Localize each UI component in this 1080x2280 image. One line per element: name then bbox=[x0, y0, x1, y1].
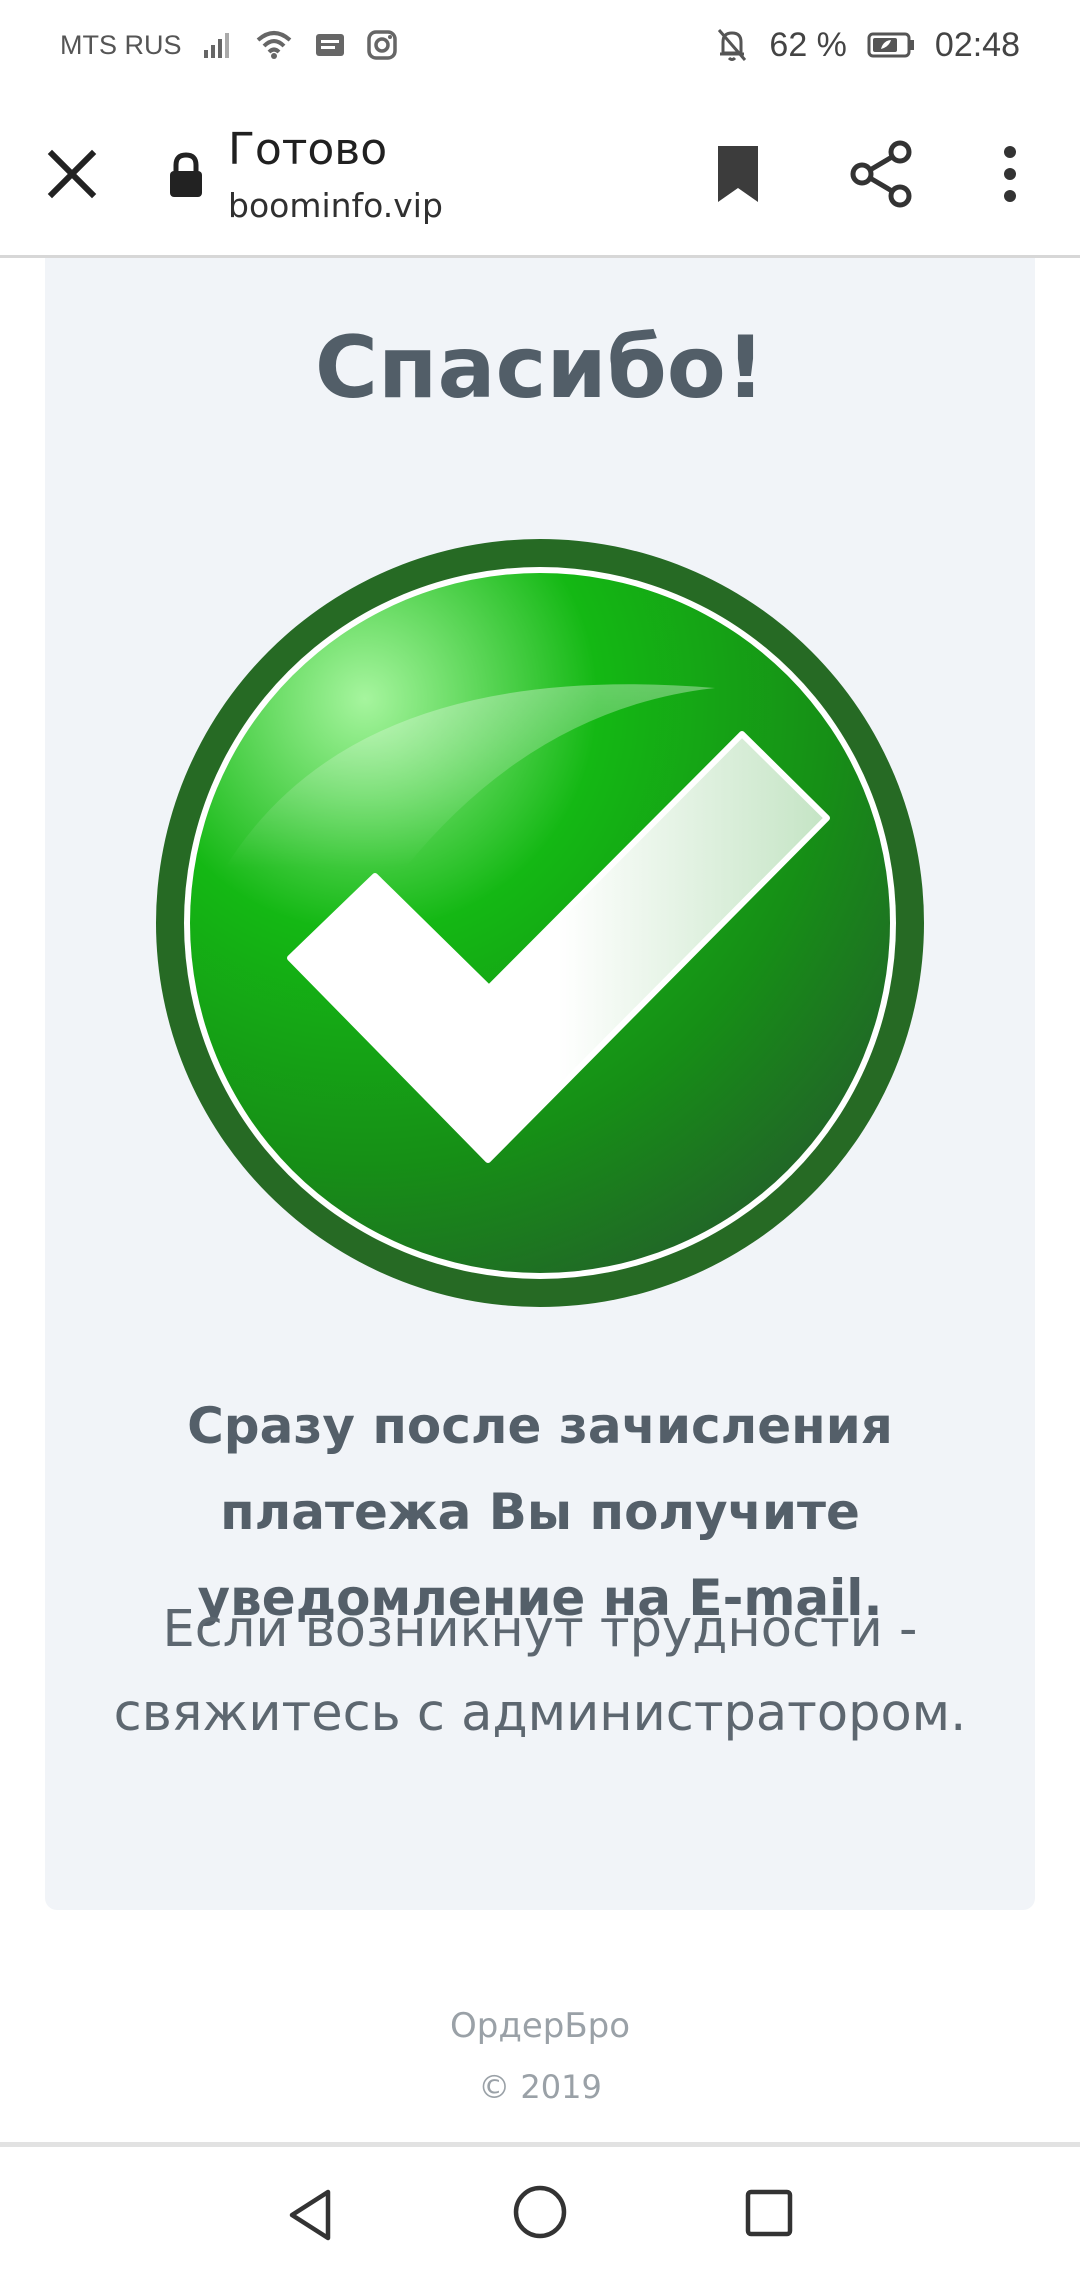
more-vert-icon[interactable] bbox=[990, 142, 1030, 206]
thank-you-card: Спасибо! Сразу после зачисления платежа … bbox=[45, 258, 1035, 1910]
check-circle-icon bbox=[156, 539, 924, 1307]
home-icon[interactable] bbox=[512, 2184, 568, 2240]
bookmark-icon[interactable] bbox=[712, 142, 764, 206]
custom-tab-toolbar: Готово boominfo.vip bbox=[0, 90, 1080, 258]
system-nav-bar bbox=[0, 2150, 1080, 2280]
instagram-icon bbox=[366, 30, 397, 60]
footer-copyright: © 2019 bbox=[478, 2068, 602, 2106]
wifi-icon bbox=[256, 31, 291, 59]
recent-apps-icon[interactable] bbox=[744, 2188, 794, 2238]
payment-notice-line: платежа Вы получите bbox=[220, 1483, 860, 1541]
payment-notice-line: Сразу после зачисления bbox=[187, 1397, 893, 1455]
page-url[interactable]: boominfo.vip bbox=[228, 186, 443, 225]
message-icon bbox=[315, 34, 344, 56]
support-notice-line: свяжитесь с администратором. bbox=[113, 1684, 967, 1743]
close-icon[interactable] bbox=[40, 142, 104, 206]
page-title: Готово bbox=[228, 124, 388, 175]
back-icon[interactable] bbox=[284, 2186, 336, 2244]
page-bottom-divider bbox=[0, 2142, 1080, 2147]
status-left: MTS RUS bbox=[60, 29, 398, 61]
signal-icon bbox=[203, 33, 229, 58]
carrier-label: MTS RUS bbox=[60, 29, 182, 60]
status-right: 62 % 02:48 bbox=[715, 26, 1020, 65]
footer-brand: ОрдерБро bbox=[449, 2006, 631, 2046]
support-notice: Если возникнут трудности - свяжитесь с а… bbox=[85, 1588, 995, 1756]
support-notice-line: Если возникнут трудности - bbox=[162, 1600, 918, 1659]
thanks-heading: Спасибо! bbox=[314, 318, 766, 418]
lock-icon bbox=[170, 152, 202, 197]
battery-icon bbox=[867, 32, 914, 58]
clock: 02:48 bbox=[934, 25, 1020, 64]
battery-percent: 62 % bbox=[769, 25, 847, 64]
share-icon[interactable] bbox=[850, 140, 914, 208]
bell-off-icon bbox=[718, 29, 747, 61]
status-bar: MTS RUS 62 % 02:48 bbox=[0, 0, 1080, 90]
